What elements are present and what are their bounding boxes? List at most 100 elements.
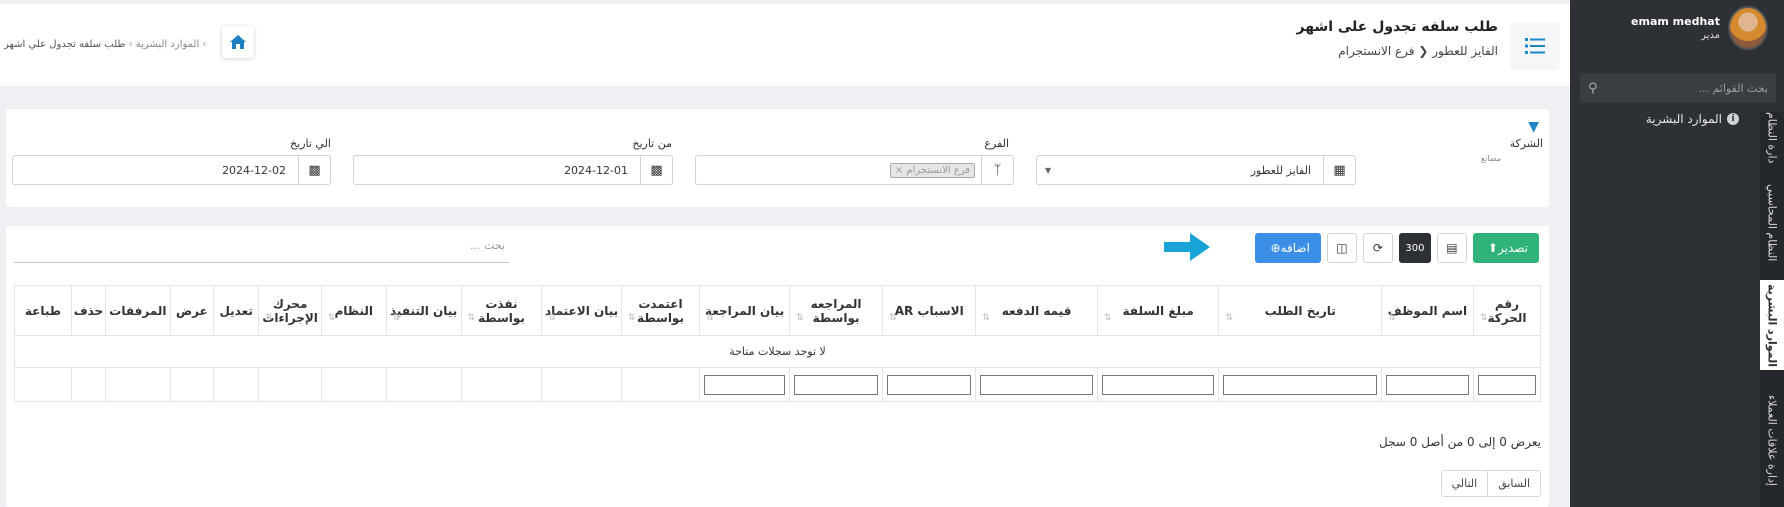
sort-icon[interactable]: ⇅ [982, 313, 990, 323]
crumb-company[interactable]: الفايز للعطور [1432, 44, 1498, 58]
from-date-input[interactable]: ▩ 2024-12-01 [353, 155, 673, 185]
sort-icon[interactable]: ⇅ [265, 313, 273, 323]
prev-button[interactable]: السابق [1488, 471, 1540, 496]
sort-icon[interactable]: ⇅ [1480, 313, 1488, 323]
column-header-label: حذف [73, 303, 104, 318]
sort-icon[interactable]: ⇅ [548, 313, 556, 323]
refresh-button[interactable]: ⟳ [1362, 233, 1393, 263]
tab-accounting[interactable]: النظام المحاسبي [1760, 172, 1784, 274]
calendar-icon: ▩ [640, 156, 672, 184]
column-filter-input[interactable] [704, 374, 785, 395]
branch-tag-label: فرع الانستجرام [906, 164, 970, 176]
company-hint: مصانع [1480, 154, 1501, 163]
column-header[interactable]: محرك الإجراءات ⇅ [258, 285, 322, 336]
column-filter-input[interactable] [1477, 374, 1536, 395]
vertical-tabs: دارة النظام النظام المحاسبي الموارد البش… [1760, 112, 1784, 507]
toolbar: ⬆ تصدير ▤ 300 ⟳ ◫ ⊕ اضافه [1254, 233, 1539, 263]
column-header[interactable]: اعتمدت بواسطة ⇅ [620, 285, 701, 336]
column-filter-input[interactable] [1101, 374, 1215, 395]
sidebar-item-hr[interactable]: الموارد البشرية i [1646, 112, 1739, 126]
sort-icon[interactable]: ⇅ [1104, 313, 1112, 323]
columns-button[interactable]: ◫ [1326, 233, 1357, 263]
column-header[interactable]: المراجعه بواسطة ⇅ [788, 285, 884, 336]
branch-select[interactable]: ᛉ فرع الانستجرام × [695, 155, 1014, 185]
pagination: السابق التالي [1440, 470, 1541, 497]
column-header[interactable]: بيان التنفيذ ⇅ [385, 285, 462, 336]
branch-tag[interactable]: فرع الانستجرام × [889, 162, 975, 178]
column-header[interactable]: اسم الموظف ⇅ [1380, 285, 1474, 336]
breadcrumb-hr[interactable]: الموارد البشرية [136, 39, 199, 50]
column-header[interactable]: الاسباب AR ⇅ [882, 285, 977, 336]
close-icon[interactable]: × [895, 165, 903, 176]
sort-icon[interactable]: ⇅ [393, 313, 401, 323]
column-filter-input[interactable] [980, 374, 1093, 395]
column-header[interactable]: نفذت بواسطة ⇅ [460, 285, 543, 336]
to-date-input[interactable]: ▩ 2024-12-02 [12, 155, 331, 185]
sort-icon[interactable]: ⇅ [1225, 313, 1233, 323]
home-button[interactable] [222, 26, 254, 58]
column-header[interactable]: تاريخ الطلب ⇅ [1218, 285, 1382, 336]
menu-list-button[interactable] [1510, 22, 1560, 70]
sort-icon[interactable]: ⇅ [1388, 313, 1396, 323]
page-size-button[interactable]: 300 [1398, 233, 1431, 263]
column-header: المرفقات [105, 285, 171, 336]
tab-crm[interactable]: إدارة علاقات العملاء [1760, 378, 1784, 503]
to-date-value: 2024-12-02 [222, 163, 286, 177]
next-button[interactable]: التالي [1442, 471, 1489, 496]
column-filter-input[interactable] [1223, 374, 1377, 395]
column-filter-row [14, 367, 1542, 402]
breadcrumb-current: طلب سلفه تجدول علي اشهر [4, 39, 126, 50]
column-header-label: اسم الموظف [1387, 303, 1468, 318]
tab-system-admin[interactable]: دارة النظام [1760, 112, 1784, 164]
filter-cell [105, 367, 171, 402]
table-icon: ▤ [1446, 241, 1458, 255]
refresh-icon: ⟳ [1372, 241, 1383, 255]
sort-icon[interactable]: ⇅ [468, 313, 476, 323]
from-date-value: 2024-12-01 [564, 163, 628, 177]
sort-icon[interactable]: ⇅ [628, 313, 636, 323]
company-label: الشركة [1509, 137, 1543, 150]
column-header[interactable]: بيان الاعتماد ⇅ [541, 285, 622, 336]
table-search-input[interactable] [14, 239, 509, 252]
filter-cell [320, 367, 387, 402]
add-button[interactable]: ⊕ اضافه [1254, 233, 1321, 263]
tab-hr[interactable]: الموارد البشرية [1760, 280, 1784, 370]
column-filter-input[interactable] [793, 374, 879, 395]
column-header-label: تاريخ الطلب [1264, 303, 1336, 318]
column-header[interactable]: رقم الحركة ⇅ [1472, 285, 1542, 336]
breadcrumb: › الموارد البشرية › طلب سلفه تجدول علي ا… [4, 39, 206, 50]
sort-icon[interactable]: ⇅ [706, 313, 714, 323]
filter-cell [882, 367, 977, 402]
table-view-button[interactable]: ▤ [1436, 233, 1467, 263]
column-header[interactable]: النظام ⇅ [320, 285, 387, 336]
crumb-branch[interactable]: فرع الانستجرام [1338, 44, 1414, 58]
column-header: عرض [169, 285, 214, 336]
branch-icon: ᛉ [981, 156, 1013, 184]
user-box[interactable]: emam medhat مدير [1631, 6, 1768, 50]
column-filter-input[interactable] [1385, 374, 1469, 395]
column-header-label: الاسباب AR [894, 303, 964, 318]
home-icon [230, 35, 246, 49]
sort-icon[interactable]: ⇅ [889, 313, 897, 323]
column-header[interactable]: بيان المراجعة ⇅ [699, 285, 790, 336]
sort-icon[interactable]: ⇅ [328, 313, 336, 323]
table-card: ⬆ تصدير ▤ 300 ⟳ ◫ ⊕ اضافه رقم الحرك [6, 226, 1549, 507]
chevron-left-icon: › [202, 39, 207, 50]
export-button[interactable]: ⬆ تصدير [1472, 233, 1539, 263]
column-header: حذف [70, 285, 107, 336]
avatar[interactable] [1728, 6, 1768, 50]
page-subtitle: الفايز للعطور ❮ فرع الانستجرام [1338, 44, 1498, 58]
company-select[interactable]: ▦ الفايز للعطور ▼ [1036, 155, 1356, 185]
page-header: طلب سلفه تجدول على اشهر الفايز للعطور ❮ … [0, 4, 1570, 86]
column-filter-input[interactable] [887, 374, 972, 395]
filter-cell [258, 367, 322, 402]
filter-cell [1380, 367, 1474, 402]
sidebar-search-input[interactable] [1605, 81, 1768, 95]
sort-icon[interactable]: ⇅ [796, 313, 804, 323]
table-header-row: رقم الحركة ⇅ اسم الموظف ⇅ تاريخ الطلب ⇅ مبلغ ا… [14, 285, 1542, 336]
to-date-label: الي تاريخ [290, 137, 331, 150]
upload-icon: ⬆ [1487, 241, 1498, 255]
column-header[interactable]: قيمه الدفعه ⇅ [975, 285, 1098, 336]
column-header-label: المراجعه بواسطة [810, 296, 862, 325]
column-header[interactable]: مبلغ السلفة ⇅ [1096, 285, 1220, 336]
